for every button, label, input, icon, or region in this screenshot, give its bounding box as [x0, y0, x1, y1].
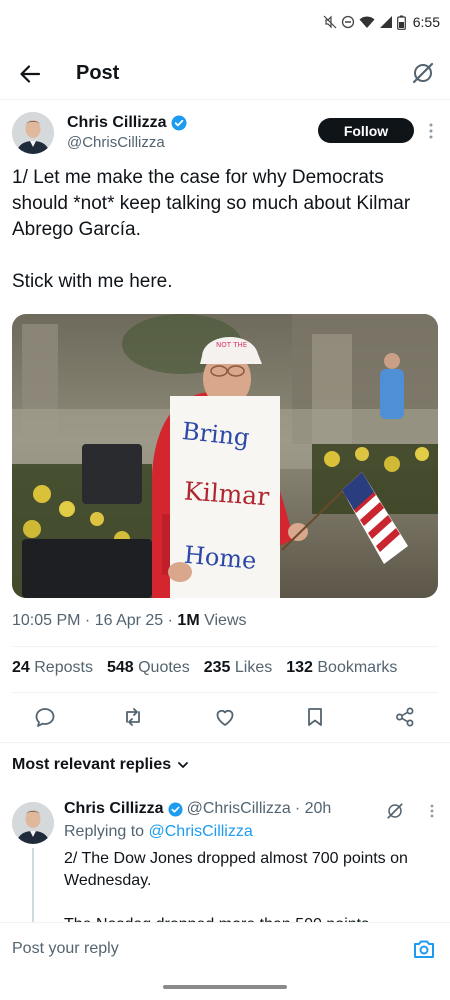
mute-icon — [323, 15, 337, 29]
hat-text: NOT THE — [216, 341, 247, 349]
divider — [12, 692, 438, 693]
grok-icon — [412, 62, 434, 84]
signal-icon — [379, 16, 392, 28]
author-name[interactable]: Chris Cillizza — [67, 114, 187, 132]
like-icon — [216, 709, 234, 726]
chevron-down-icon — [178, 762, 189, 768]
reply-compose-bar: Post your reply — [0, 922, 450, 978]
page-title: Post — [76, 62, 120, 84]
battery-icon — [396, 15, 406, 30]
more-vertical-icon — [430, 804, 434, 818]
sign-line-2: Kilmar — [183, 476, 270, 511]
back-button[interactable] — [14, 58, 46, 90]
reply-button[interactable] — [33, 705, 57, 729]
reply-header: Chris Cillizza @ChrisCillizza · 20h — [64, 800, 331, 818]
like-button[interactable] — [213, 705, 237, 729]
grok-icon — [387, 803, 403, 819]
stat-quotes[interactable]: 548 Quotes — [107, 659, 190, 677]
post-image[interactable]: NOT THE Bring Kilmar Home — [12, 314, 438, 598]
more-vertical-icon — [429, 123, 433, 139]
camera-button[interactable] — [412, 937, 436, 961]
thread-line — [32, 848, 34, 922]
reply-more-button[interactable] — [430, 804, 434, 823]
wifi-icon — [359, 16, 375, 28]
divider — [0, 742, 450, 743]
dnd-icon — [341, 15, 354, 29]
reply-input[interactable]: Post your reply — [12, 940, 119, 958]
divider — [12, 646, 438, 647]
grok-button[interactable] — [408, 58, 438, 88]
verified-badge-icon — [168, 801, 183, 817]
reply-author-handle[interactable]: @ChrisCillizza — [187, 800, 291, 818]
reply-icon — [35, 708, 55, 727]
post-author: Chris Cillizza @ChrisCillizza Follow — [12, 112, 438, 156]
avatar[interactable] — [12, 802, 54, 844]
repost-button[interactable] — [121, 705, 145, 729]
more-options-button[interactable] — [424, 120, 438, 142]
arrow-left-icon — [20, 65, 41, 83]
reply-text: 2/ The Dow Jones dropped almost 700 poin… — [64, 850, 408, 922]
reply-author-name[interactable]: Chris Cillizza — [64, 800, 164, 818]
reply-item[interactable]: Chris Cillizza @ChrisCillizza · 20h Repl… — [12, 798, 438, 922]
stat-bookmarks[interactable]: 132 Bookmarks — [286, 659, 397, 677]
verified-badge-icon — [171, 115, 187, 131]
bookmark-button[interactable] — [303, 705, 327, 729]
post-stats: 24 Reposts 548 Quotes 235 Likes 132 Book… — [12, 659, 438, 677]
author-handle[interactable]: @ChrisCillizza — [67, 134, 165, 151]
post-text: 1/ Let me make the case for why Democrat… — [12, 167, 411, 292]
stat-reposts[interactable]: 24 Reposts — [12, 659, 93, 677]
share-button[interactable] — [393, 705, 417, 729]
status-bar: 6:55 — [0, 0, 450, 48]
replying-to-link[interactable]: @ChrisCillizza — [149, 823, 253, 840]
status-icons: 6:55 — [323, 14, 440, 30]
post-timestamp: 10:05 PM · 16 Apr 25 · 1M Views — [12, 612, 247, 629]
follow-button[interactable]: Follow — [318, 118, 414, 143]
camera-icon — [414, 940, 434, 958]
reply-time: · 20h — [294, 800, 332, 817]
status-time: 6:55 — [412, 14, 440, 30]
reply-grok-button[interactable] — [386, 802, 404, 825]
share-icon — [396, 707, 414, 727]
home-indicator[interactable] — [163, 985, 287, 989]
bookmark-icon — [308, 708, 322, 726]
replies-sort-selector[interactable]: Most relevant replies — [12, 756, 189, 774]
repost-icon — [126, 708, 140, 726]
avatar[interactable] — [12, 112, 54, 154]
views-count: 1M — [177, 612, 200, 629]
stat-likes[interactable]: 235 Likes — [204, 659, 273, 677]
top-app-bar: Post — [0, 48, 450, 100]
action-bar — [0, 700, 450, 734]
replying-to: Replying to @ChrisCillizza — [64, 823, 253, 840]
